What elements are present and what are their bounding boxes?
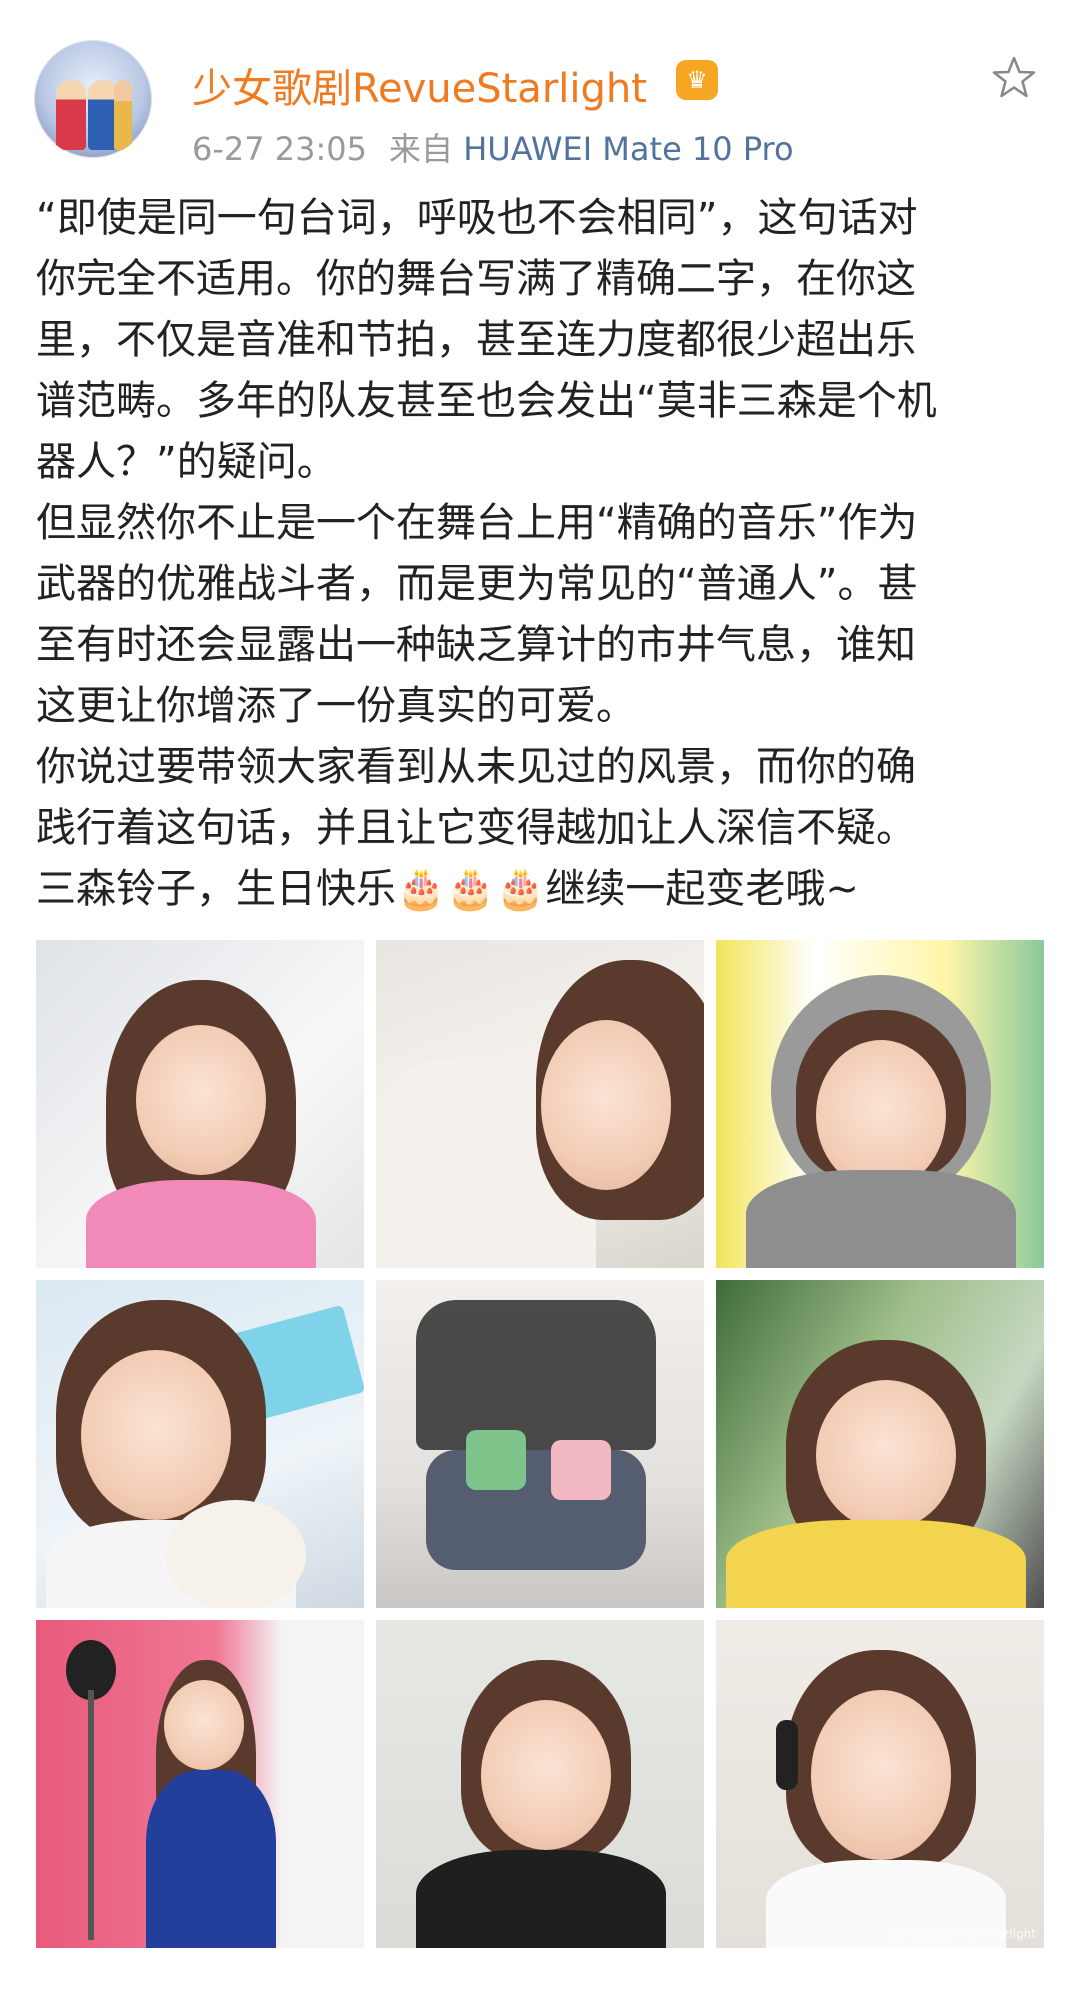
star-outline-icon[interactable] [990, 54, 1038, 102]
photo-grid: @少女歌剧RevueStarlight [36, 940, 1044, 1948]
post-timestamp: 6-27 23:05 [192, 130, 368, 168]
photo-thumbnail[interactable] [376, 940, 704, 1268]
photo-thumbnail[interactable] [716, 1280, 1044, 1608]
post-header: 少女歌剧RevueStarlight ♛ 6-27 23:05 来自 HUAWEI… [0, 0, 1080, 180]
image-watermark: @少女歌剧RevueStarlight [887, 1927, 1036, 1941]
photo-thumbnail[interactable]: @少女歌剧RevueStarlight [716, 1620, 1044, 1948]
photo-thumbnail[interactable] [36, 940, 364, 1268]
username-link[interactable]: 少女歌剧RevueStarlight [192, 56, 647, 114]
crown-icon: ♛ [676, 60, 718, 100]
post-body-text: “即使是同一句台词，呼吸也不会相同”，这句话对 你完全不适用。你的舞台写满了精确… [36, 195, 937, 912]
photo-thumbnail[interactable] [376, 1280, 704, 1608]
photo-thumbnail[interactable] [36, 1280, 364, 1608]
photo-thumbnail[interactable] [716, 940, 1044, 1268]
post-source-prefix: 来自 [389, 130, 454, 168]
photo-thumbnail[interactable] [36, 1620, 364, 1948]
post-device[interactable]: HUAWEI Mate 10 Pro [463, 130, 793, 168]
post-meta: 6-27 23:05 来自 HUAWEI Mate 10 Pro [192, 124, 794, 170]
photo-thumbnail[interactable] [376, 1620, 704, 1948]
avatar[interactable] [34, 40, 152, 158]
